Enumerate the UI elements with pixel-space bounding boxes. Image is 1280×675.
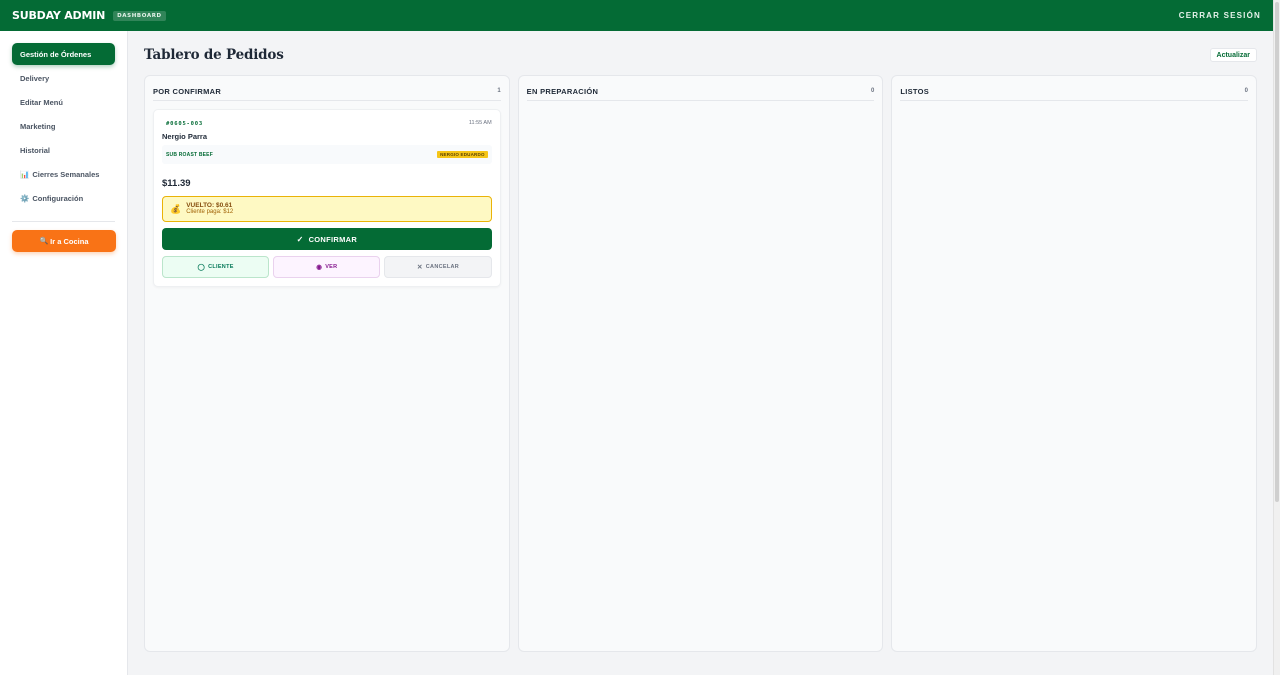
sidebar: Gestión de Órdenes Delivery Editar Menú … <box>0 31 128 675</box>
gear-icon: ⚙️ <box>20 193 30 203</box>
refresh-button[interactable]: Actualizar <box>1209 48 1257 62</box>
column-header: EN PREPARACIÓN 0 <box>526 84 875 101</box>
order-total: $11.39 <box>162 178 191 189</box>
column-ready: LISTOS 0 <box>891 75 1258 652</box>
column-title: EN PREPARACIÓN <box>526 86 599 96</box>
chat-bubble-icon: ◯ <box>197 264 206 271</box>
sidebar-item-label: Editar Menú <box>20 97 63 107</box>
sidebar-item-settings[interactable]: ⚙️ Configuración <box>12 187 115 209</box>
scrollbar[interactable] <box>1273 0 1280 675</box>
sidebar-item-delivery[interactable]: Delivery <box>12 67 115 89</box>
change-notice: 💰 VUELTO: $0.61 Cliente paga: $12 <box>162 196 492 222</box>
logout-button[interactable]: CERRAR SESIÓN <box>1179 11 1261 20</box>
column-count: 0 <box>1244 88 1249 94</box>
check-icon: ✓ <box>296 234 304 244</box>
column-count: 0 <box>871 88 875 94</box>
page-title: Tablero de Pedidos <box>144 47 284 63</box>
view-order-button[interactable]: ◉ VER <box>273 256 381 278</box>
money-bag-icon: 💰 <box>170 203 182 214</box>
sidebar-item-marketing[interactable]: Marketing <box>12 115 115 137</box>
eye-icon: ◉ <box>316 264 323 271</box>
sidebar-item-weekly-closings[interactable]: 📊 Cierres Semanales <box>12 163 115 185</box>
item-owner-tag: NERGIO EDUARDO <box>437 151 488 158</box>
kanban-board: POR CONFIRMAR 1 #0605-003 11:55 AM Nergi… <box>144 75 1258 652</box>
cancel-label: CANCELAR <box>425 264 460 270</box>
order-actions: ◯ CLIENTE ◉ VER ✕ CANCELAR <box>162 256 492 278</box>
column-header: LISTOS 0 <box>900 84 1249 101</box>
order-card[interactable]: #0605-003 11:55 AM Nergio Parra SUB ROAS… <box>153 109 501 287</box>
sidebar-item-label: Cierres Semanales <box>32 169 100 179</box>
brand-logo[interactable]: SUBDAY ADMIN <box>12 9 105 22</box>
close-icon: ✕ <box>417 264 423 271</box>
confirm-order-button[interactable]: ✓ CONFIRMAR <box>162 228 492 250</box>
main-content: Tablero de Pedidos Actualizar POR CONFIR… <box>128 31 1273 675</box>
sidebar-item-label: Marketing <box>20 121 56 131</box>
client-label: CLIENTE <box>208 264 234 270</box>
column-count: 1 <box>497 88 501 94</box>
confirm-label: CONFIRMAR <box>308 234 358 244</box>
column-to-confirm: POR CONFIRMAR 1 #0605-003 11:55 AM Nergi… <box>144 75 510 652</box>
sidebar-item-history[interactable]: Historial <box>12 139 115 161</box>
order-time: 11:55 AM <box>468 120 492 126</box>
order-id: #0605-003 <box>166 121 204 127</box>
item-name: SUB ROAST BEEF <box>166 151 213 158</box>
top-bar: SUBDAY ADMIN DASHBOARD CERRAR SESIÓN <box>0 0 1273 31</box>
column-title: LISTOS <box>900 86 930 96</box>
column-title: POR CONFIRMAR <box>153 86 222 96</box>
view-label: VER <box>325 264 338 270</box>
sidebar-item-label: Gestión de Órdenes <box>20 49 92 59</box>
cancel-order-button[interactable]: ✕ CANCELAR <box>384 256 492 278</box>
sidebar-item-orders[interactable]: Gestión de Órdenes <box>12 43 115 65</box>
sidebar-item-label: Delivery <box>20 73 50 83</box>
sidebar-divider <box>12 221 115 222</box>
dashboard-badge: DASHBOARD <box>113 10 166 21</box>
change-amount: VUELTO: $0.61 <box>186 201 233 209</box>
kitchen-button-label: Ir a Cocina <box>50 236 89 246</box>
column-in-preparation: EN PREPARACIÓN 0 <box>517 75 884 652</box>
sidebar-item-label: Historial <box>20 145 51 155</box>
scrollbar-thumb[interactable] <box>1275 2 1279 502</box>
column-header: POR CONFIRMAR 1 <box>153 84 501 101</box>
customer-pays: Cliente paga: $12 <box>186 209 234 216</box>
customer-name: Nergio Parra <box>162 132 208 141</box>
order-item-row: SUB ROAST BEEF NERGIO EDUARDO <box>162 145 492 164</box>
sidebar-item-edit-menu[interactable]: Editar Menú <box>12 91 115 113</box>
bar-chart-icon: 📊 <box>20 169 30 179</box>
go-to-kitchen-button[interactable]: 🔍 Ir a Cocina <box>12 230 116 252</box>
contact-client-button[interactable]: ◯ CLIENTE <box>162 256 270 278</box>
sidebar-item-label: Configuración <box>32 193 84 203</box>
search-icon: 🔍 <box>39 238 49 245</box>
